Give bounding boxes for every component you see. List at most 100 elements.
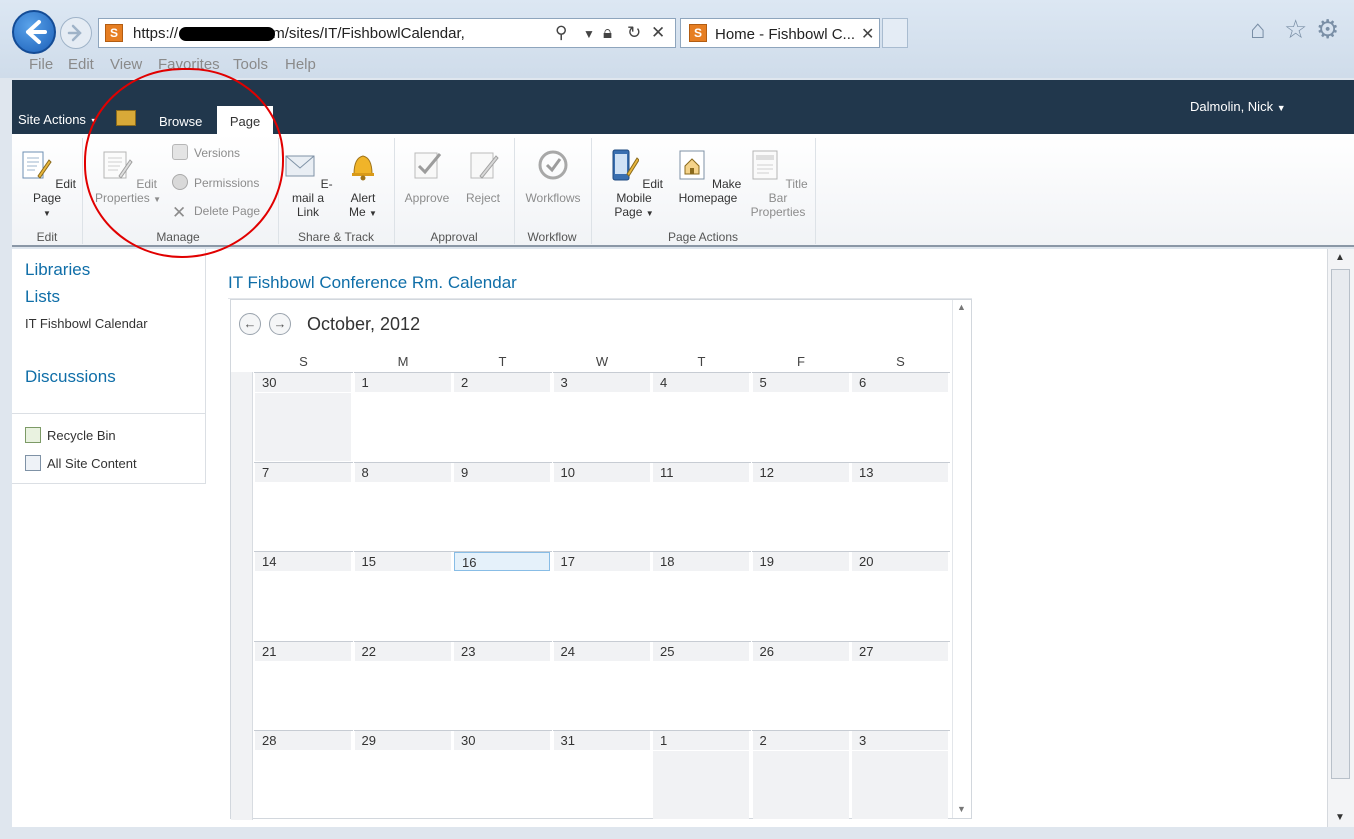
all-site-content-link[interactable]: All Site Content (25, 455, 137, 471)
calendar-day-cell[interactable]: 16 (453, 551, 552, 640)
day-number[interactable]: 4 (653, 373, 749, 392)
calendar-scrollbar[interactable]: ▲ ▼ (952, 300, 971, 818)
lock-icon[interactable]: 🔒︎ (603, 23, 612, 43)
alert-me-button[interactable]: Alert Me ▼ (338, 148, 388, 221)
calendar-day-cell[interactable]: 11 (652, 461, 751, 551)
day-number[interactable]: 6 (852, 373, 948, 392)
scroll-up-icon[interactable]: ▲ (957, 302, 966, 312)
day-number[interactable]: 18 (653, 552, 749, 571)
scrollbar-thumb[interactable] (1331, 269, 1350, 779)
calendar-day-cell[interactable]: 14 (254, 551, 353, 640)
nav-libraries[interactable]: Libraries (25, 260, 90, 280)
calendar-day-cell[interactable]: 2 (751, 730, 851, 819)
scroll-down-icon[interactable]: ▼ (1335, 812, 1345, 823)
calendar-day-cell[interactable]: 22 (353, 640, 453, 730)
day-number[interactable]: 2 (454, 373, 550, 392)
chevron-down-icon[interactable]: ▼ (583, 27, 595, 41)
gear-icon[interactable]: ⚙ (1316, 14, 1339, 45)
day-number[interactable]: 31 (553, 731, 650, 750)
day-number[interactable]: 12 (752, 462, 849, 482)
search-icon[interactable]: ⚲ (555, 23, 567, 43)
week-selector[interactable] (231, 640, 253, 730)
week-selector[interactable] (231, 461, 253, 551)
day-number[interactable]: 13 (852, 462, 948, 482)
day-number[interactable]: 30 (454, 731, 550, 750)
forward-button[interactable] (60, 17, 92, 49)
calendar-day-cell[interactable]: 17 (552, 551, 652, 640)
menu-file[interactable]: File (29, 56, 53, 73)
day-number[interactable]: 5 (752, 373, 849, 392)
day-number[interactable]: 30 (255, 373, 351, 392)
calendar-web-part-title[interactable]: IT Fishbowl Conference Rm. Calendar (228, 273, 517, 293)
day-number[interactable]: 3 (553, 373, 650, 392)
back-button[interactable] (12, 10, 56, 54)
site-actions-menu[interactable]: Site Actions ▼ (18, 112, 98, 127)
reject-button[interactable]: Reject (458, 148, 508, 205)
edit-mobile-page-button[interactable]: Edit Mobile Page ▼ (596, 148, 672, 221)
email-link-button[interactable]: E-mail a Link (280, 148, 336, 219)
day-number[interactable]: 28 (255, 731, 351, 750)
title-bar-properties-button[interactable]: Title Bar Properties (744, 148, 812, 219)
calendar-day-cell[interactable]: 15 (353, 551, 453, 640)
nav-list-it-fishbowl-calendar[interactable]: IT Fishbowl Calendar (25, 316, 148, 331)
calendar-day-cell[interactable]: 26 (751, 640, 851, 730)
calendar-day-cell[interactable]: 23 (453, 640, 552, 730)
calendar-day-cell[interactable]: 3 (552, 372, 652, 461)
recycle-bin-link[interactable]: Recycle Bin (25, 427, 116, 443)
close-icon[interactable]: ✕ (861, 24, 874, 44)
calendar-day-cell[interactable]: 18 (652, 551, 751, 640)
calendar-day-cell[interactable]: 10 (552, 461, 652, 551)
calendar-day-cell[interactable]: 25 (652, 640, 751, 730)
calendar-day-cell[interactable]: 7 (254, 461, 353, 551)
week-selector[interactable] (231, 372, 253, 462)
day-number[interactable]: 15 (354, 552, 451, 571)
day-number[interactable]: 7 (255, 462, 351, 482)
day-number[interactable]: 3 (852, 731, 948, 750)
day-number[interactable]: 1 (653, 731, 749, 750)
day-number[interactable]: 11 (653, 462, 749, 482)
next-month-button[interactable]: → (269, 313, 291, 335)
menu-tools[interactable]: Tools (233, 56, 268, 73)
scroll-down-icon[interactable]: ▼ (957, 804, 966, 814)
calendar-day-cell[interactable]: 31 (552, 730, 652, 819)
calendar-day-cell[interactable]: 8 (353, 461, 453, 551)
make-homepage-button[interactable]: Make Homepage (674, 148, 742, 205)
workflows-button[interactable]: Workflows (518, 148, 588, 205)
calendar-day-cell[interactable]: 20 (851, 551, 950, 640)
new-tab-button[interactable] (882, 18, 908, 48)
browser-tab[interactable]: S Home - Fishbowl C... ✕ (680, 18, 880, 48)
day-number[interactable]: 24 (553, 641, 650, 661)
calendar-day-cell[interactable]: 2 (453, 372, 552, 461)
refresh-icon[interactable]: ↻ (627, 23, 641, 43)
calendar-day-cell[interactable]: 30 (453, 730, 552, 819)
calendar-day-cell[interactable]: 19 (751, 551, 851, 640)
address-bar[interactable]: S https:// sharepoint.com/sites/IT/Fishb… (98, 18, 676, 48)
day-number[interactable]: 14 (255, 552, 351, 571)
home-icon[interactable]: ⌂ (1250, 14, 1266, 45)
calendar-day-cell[interactable]: 30 (254, 372, 353, 461)
day-number[interactable]: 9 (454, 462, 550, 482)
day-number[interactable]: 23 (454, 641, 550, 661)
star-icon[interactable]: ☆ (1284, 14, 1307, 45)
day-number[interactable]: 21 (255, 641, 351, 661)
calendar-day-cell[interactable]: 24 (552, 640, 652, 730)
calendar-day-cell[interactable]: 12 (751, 461, 851, 551)
menu-help[interactable]: Help (285, 56, 316, 73)
day-number[interactable]: 26 (752, 641, 849, 661)
day-number[interactable]: 25 (653, 641, 749, 661)
user-menu[interactable]: Dalmolin, Nick ▼ (1190, 99, 1286, 114)
day-number[interactable]: 22 (354, 641, 451, 661)
calendar-day-cell[interactable]: 28 (254, 730, 353, 819)
day-number[interactable]: 16 (454, 552, 550, 571)
calendar-day-cell[interactable]: 27 (851, 640, 950, 730)
day-number[interactable]: 10 (553, 462, 650, 482)
day-number[interactable]: 17 (553, 552, 650, 571)
calendar-day-cell[interactable]: 9 (453, 461, 552, 551)
week-selector[interactable] (231, 551, 253, 641)
menu-view[interactable]: View (110, 56, 142, 73)
menu-edit[interactable]: Edit (68, 56, 94, 73)
day-number[interactable]: 29 (354, 731, 451, 750)
stop-icon[interactable]: ✕ (651, 23, 665, 43)
calendar-day-cell[interactable]: 4 (652, 372, 751, 461)
calendar-day-cell[interactable]: 29 (353, 730, 453, 819)
